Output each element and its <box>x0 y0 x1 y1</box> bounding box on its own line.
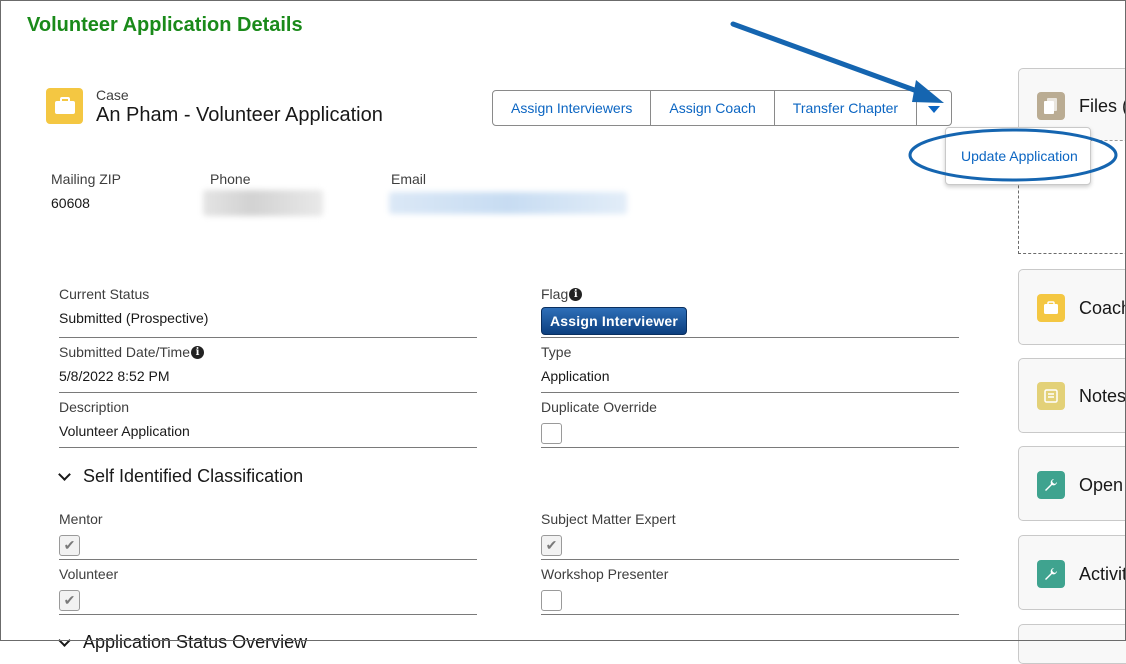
type-field: Type Application <box>541 344 959 393</box>
wrench-icon <box>1037 560 1065 588</box>
description-label: Description <box>59 399 130 415</box>
volunteer-label: Volunteer <box>59 566 119 582</box>
activity-history-title[interactable]: Activit <box>1079 564 1126 585</box>
chevron-down-icon <box>928 105 941 113</box>
files-icon <box>1037 92 1065 120</box>
volunteer-checkbox[interactable]: ✔ <box>59 590 80 611</box>
case-briefcase-icon <box>1037 294 1065 322</box>
submitted-field: Submitted Date/Time i 5/8/2022 8:52 PM <box>59 344 477 393</box>
case-briefcase-icon <box>46 88 83 124</box>
menu-item-update-application[interactable]: Update Application <box>961 148 1078 164</box>
current-status-label: Current Status <box>59 286 150 302</box>
volunteer-field: Volunteer ✔ <box>59 566 477 615</box>
more-actions-button[interactable] <box>917 91 951 125</box>
more-actions-menu: Update Application <box>945 127 1091 185</box>
type-label: Type <box>541 344 572 360</box>
record-action-buttons: Assign Interviewers Assign Coach Transfe… <box>492 90 953 126</box>
coach-title[interactable]: Coach <box>1079 298 1126 319</box>
record-object-type: Case <box>96 87 129 103</box>
notes-icon <box>1037 382 1065 410</box>
section-title: Application Status Overview <box>83 632 308 652</box>
section-title: Self Identified Classification <box>83 466 304 486</box>
related-card-more[interactable] <box>1018 624 1126 664</box>
mailing-zip-label: Mailing ZIP <box>51 171 122 187</box>
current-status-value: Submitted (Prospective) <box>59 310 209 326</box>
workshop-checkbox[interactable] <box>541 590 562 611</box>
description-value: Volunteer Application <box>59 423 190 439</box>
mentor-field: Mentor ✔ <box>59 511 477 560</box>
page-title: Volunteer Application Details <box>27 14 303 36</box>
sme-checkbox[interactable]: ✔ <box>541 535 562 556</box>
email-value-redacted <box>389 192 627 214</box>
record-name: An Pham - Volunteer Application <box>96 104 383 126</box>
open-activities-title[interactable]: Open <box>1079 475 1123 496</box>
checkmark-icon: ✔ <box>63 537 76 553</box>
assign-coach-button[interactable]: Assign Coach <box>651 91 775 125</box>
duplicate-override-label: Duplicate Override <box>541 399 657 415</box>
checkmark-icon: ✔ <box>545 537 558 553</box>
type-value: Application <box>541 368 610 384</box>
email-label: Email <box>391 171 427 187</box>
submitted-value: 5/8/2022 8:52 PM <box>59 368 170 384</box>
notes-title[interactable]: Notes <box>1079 386 1126 407</box>
chevron-down-icon <box>58 468 71 481</box>
related-card-notes[interactable]: Notes <box>1018 358 1126 433</box>
sme-label: Subject Matter Expert <box>541 511 676 527</box>
wrench-icon <box>1037 471 1065 499</box>
assign-interviewer-flag-button[interactable]: Assign Interviewer <box>541 307 687 335</box>
assign-interviewers-button[interactable]: Assign Interviewers <box>493 91 652 125</box>
current-status-field: Current Status Submitted (Prospective) <box>59 286 477 338</box>
workshop-label: Workshop Presenter <box>541 566 669 582</box>
flag-label: Flag i <box>541 286 583 302</box>
phone-label: Phone <box>210 171 251 187</box>
section-header-status-overview[interactable]: Application Status Overview <box>58 632 307 653</box>
mentor-label: Mentor <box>59 511 103 527</box>
duplicate-override-checkbox[interactable] <box>541 423 562 444</box>
submitted-label: Submitted Date/Time i <box>59 344 204 360</box>
sme-field: Subject Matter Expert ✔ <box>541 511 959 560</box>
duplicate-override-field: Duplicate Override <box>541 399 959 448</box>
info-icon[interactable]: i <box>569 287 583 301</box>
mentor-checkbox[interactable]: ✔ <box>59 535 80 556</box>
files-title[interactable]: Files ( <box>1079 96 1126 117</box>
related-card-activity[interactable]: Activit <box>1018 535 1126 610</box>
workshop-field: Workshop Presenter <box>541 566 959 615</box>
phone-value-redacted <box>203 190 323 216</box>
checkmark-icon: ✔ <box>63 592 76 608</box>
section-header-classification[interactable]: Self Identified Classification <box>58 466 303 487</box>
description-field: Description Volunteer Application <box>59 399 477 448</box>
transfer-chapter-button[interactable]: Transfer Chapter <box>775 91 918 125</box>
annotation-arrow <box>730 21 931 98</box>
related-card-open[interactable]: Open <box>1018 446 1126 521</box>
flag-field: Flag i Assign Interviewer <box>541 286 959 338</box>
related-card-coach[interactable]: Coach <box>1018 269 1126 345</box>
info-icon[interactable]: i <box>190 345 204 359</box>
mailing-zip-value: 60608 <box>51 195 90 211</box>
